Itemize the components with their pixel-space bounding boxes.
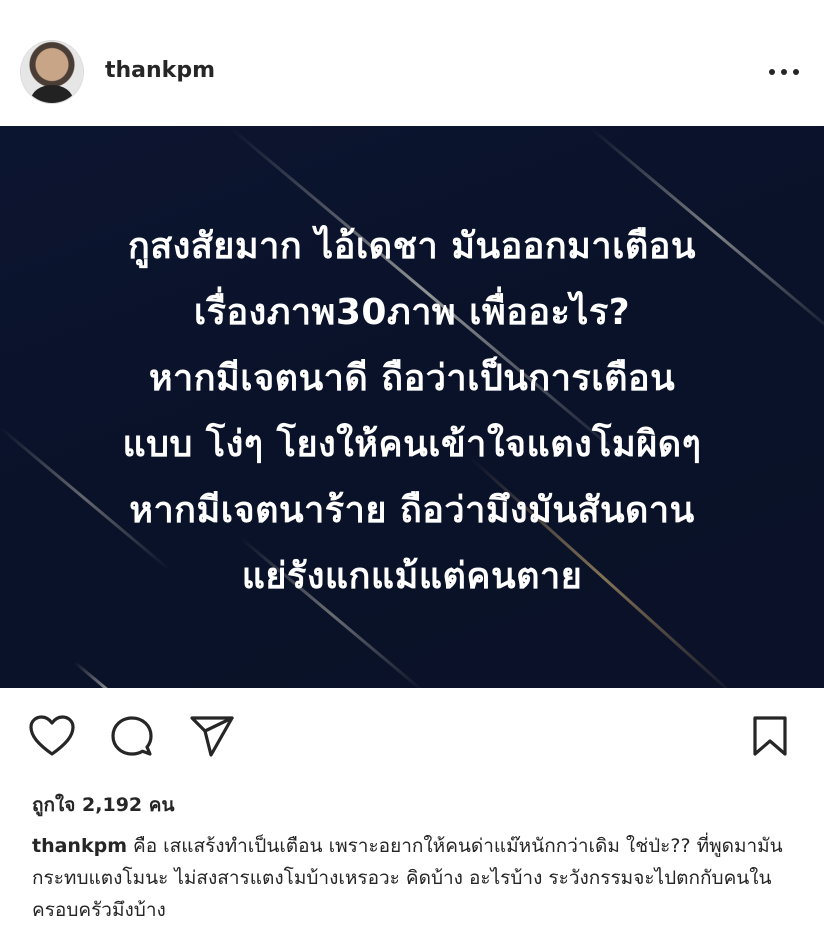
likes-count[interactable]: ถูกใจ 2,192 คน bbox=[32, 790, 174, 820]
image-text-line: เรื่องภาพ30ภาพ เพื่ออะไร? bbox=[193, 292, 631, 333]
image-text-line: แบบ โง่ๆ โยงให้คนเข้าใจแตงโมผิดๆ bbox=[122, 424, 702, 465]
comment-icon[interactable] bbox=[109, 714, 155, 760]
image-text-line: กูสงสัยมาก ไอ้เดชา มันออกมาเตือน bbox=[127, 226, 697, 267]
post-header: thankpm bbox=[0, 0, 824, 126]
post-username[interactable]: thankpm bbox=[105, 58, 215, 83]
heart-icon[interactable] bbox=[28, 714, 76, 758]
image-text-line: หากมีเจตนาร้าย ถือว่ามึงมันสันดาน bbox=[129, 490, 695, 531]
post-image-text: กูสงสัยมาก ไอ้เดชา มันออกมาเตือน เรื่องภ… bbox=[0, 214, 824, 610]
image-text-line: แย่รังแกแม้แต่คนตาย bbox=[241, 556, 583, 597]
avatar[interactable] bbox=[21, 41, 83, 103]
post-actions bbox=[0, 688, 824, 783]
post-caption: thankpm คือ เสแสร้งทำเป็นเตือน เพราะอยากใ… bbox=[32, 830, 802, 926]
caption-text: คือ เสแสร้งทำเป็นเตือน เพราะอยากให้คนด่า… bbox=[32, 835, 783, 921]
more-options-icon[interactable] bbox=[767, 60, 801, 84]
post-image[interactable]: กูสงสัยมาก ไอ้เดชา มันออกมาเตือน เรื่องภ… bbox=[0, 126, 824, 688]
share-icon[interactable] bbox=[188, 714, 236, 760]
image-text-line: หากมีเจตนาดี ถือว่าเป็นการเตือน bbox=[148, 358, 676, 399]
caption-username[interactable]: thankpm bbox=[32, 835, 127, 857]
bookmark-icon[interactable] bbox=[751, 714, 789, 758]
